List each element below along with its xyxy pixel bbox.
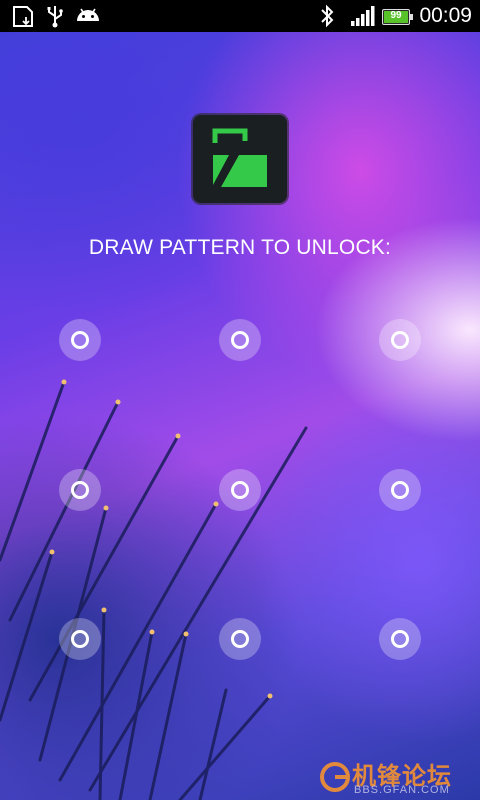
watermark-logo-icon xyxy=(320,762,350,792)
lock-logo-icon xyxy=(212,128,267,187)
lock-app-icon xyxy=(193,115,287,203)
pattern-dot-ring xyxy=(391,331,409,349)
pattern-dot-7[interactable] xyxy=(59,618,101,660)
watermark-url: BBS.GFAN.COM xyxy=(354,784,450,796)
bluetooth-icon xyxy=(318,0,336,32)
watermark: 机锋论坛 BBS.GFAN.COM xyxy=(318,754,480,800)
pattern-dot-6[interactable] xyxy=(379,469,421,511)
android-icon xyxy=(74,0,102,32)
clock: 00:09 xyxy=(419,4,472,27)
pattern-dot-ring xyxy=(71,630,89,648)
sd-card-icon xyxy=(10,0,36,32)
status-bar: 99 00:09 xyxy=(0,0,480,32)
pattern-dot-2[interactable] xyxy=(219,319,261,361)
pattern-dot-1[interactable] xyxy=(59,319,101,361)
pattern-dot-3[interactable] xyxy=(379,319,421,361)
signal-icon xyxy=(350,0,376,32)
pattern-dot-ring xyxy=(231,331,249,349)
pattern-dot-5[interactable] xyxy=(219,469,261,511)
pattern-dot-9[interactable] xyxy=(379,618,421,660)
battery-icon: 99 xyxy=(382,9,413,25)
battery-cap xyxy=(410,14,413,20)
pattern-dot-ring xyxy=(391,481,409,499)
pattern-dot-ring xyxy=(391,630,409,648)
battery-level: 99 xyxy=(390,10,402,21)
pattern-dot-4[interactable] xyxy=(59,469,101,511)
pattern-dot-ring xyxy=(231,481,249,499)
pattern-dot-ring xyxy=(71,331,89,349)
pattern-dot-ring xyxy=(71,481,89,499)
usb-icon xyxy=(44,0,66,32)
unlock-prompt: DRAW PATTERN TO UNLOCK: xyxy=(88,236,392,259)
pattern-dot-ring xyxy=(231,630,249,648)
pattern-dot-8[interactable] xyxy=(219,618,261,660)
